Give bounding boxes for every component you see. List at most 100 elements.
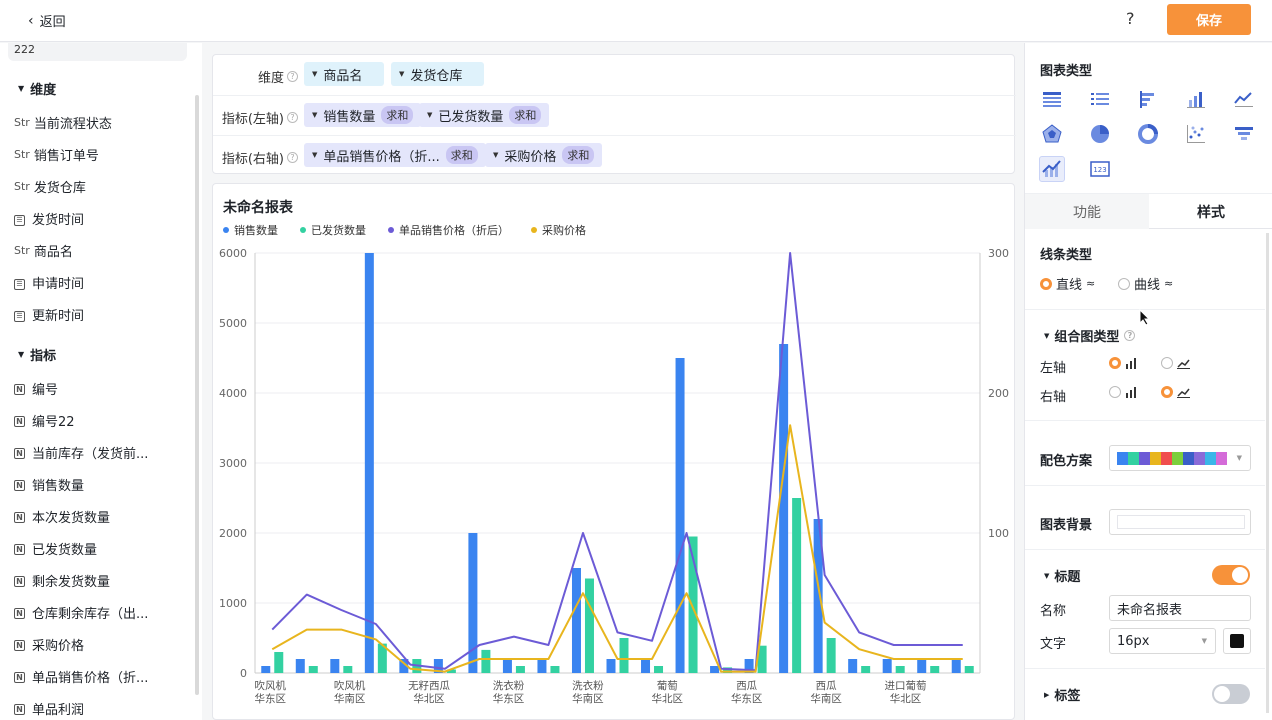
number-card-icon[interactable]: 123 bbox=[1087, 156, 1113, 182]
field-label: 当前流程状态 bbox=[33, 117, 112, 132]
dimension-pill-1[interactable]: ▼ 发货仓库 bbox=[391, 62, 484, 86]
title-name-input[interactable]: 未命名报表 bbox=[1109, 595, 1251, 621]
radar-chart-icon[interactable] bbox=[1039, 121, 1065, 147]
title-section-header[interactable]: ▼ 标题 bbox=[1044, 566, 1080, 585]
line-straight-radio[interactable]: 直线 ≈ bbox=[1040, 274, 1095, 293]
tag-section-header[interactable]: ▶ 标签 bbox=[1044, 685, 1080, 704]
dimension-field-1[interactable]: Str 销售订单号 bbox=[14, 145, 99, 164]
metric-field-4[interactable]: N 本次发货数量 bbox=[14, 507, 110, 526]
left-metric-pill-1[interactable]: ▼ 已发货数量 求和 bbox=[419, 103, 550, 127]
tag-toggle[interactable] bbox=[1212, 684, 1250, 704]
font-size-select[interactable]: 16px ▼ bbox=[1109, 628, 1216, 654]
line-curve-radio[interactable]: 曲线 ≈ bbox=[1118, 274, 1173, 293]
line-chart-icon bbox=[1177, 359, 1190, 369]
field-label: 采购价格 bbox=[32, 639, 85, 654]
title-toggle[interactable] bbox=[1212, 565, 1250, 585]
right-metric-pill-0[interactable]: ▼ 单品销售价格（折... 求和 bbox=[304, 143, 486, 167]
combo-chart-icon[interactable] bbox=[1039, 156, 1065, 182]
title-name-label: 名称 bbox=[1040, 604, 1067, 619]
tab-style[interactable]: 样式 bbox=[1197, 202, 1225, 222]
combo-type-label: 组合图类型 bbox=[1054, 330, 1120, 345]
bar-0-8 bbox=[537, 659, 547, 673]
caret-down-icon: ▼ bbox=[312, 111, 318, 119]
metric-field-1[interactable]: N 编号22 bbox=[14, 411, 75, 430]
help-circle-icon[interactable]: ? bbox=[1124, 330, 1136, 341]
radio-label: 曲线 bbox=[1134, 278, 1161, 293]
table-chart-icon[interactable] bbox=[1039, 86, 1065, 112]
number-type-icon: N bbox=[14, 414, 28, 427]
caret-down-icon: ▼ bbox=[1044, 331, 1050, 340]
right-metric-pill-1[interactable]: ▼ 采购价格 求和 bbox=[485, 143, 603, 167]
metric-field-6[interactable]: N 剩余发货数量 bbox=[14, 571, 110, 590]
left-axis-line-radio[interactable] bbox=[1161, 357, 1190, 369]
bar-0-11 bbox=[641, 659, 651, 673]
legend-item-0[interactable]: 销售数量 bbox=[223, 222, 278, 238]
metric-field-0[interactable]: N 编号 bbox=[14, 379, 58, 398]
right-axis-line-radio[interactable] bbox=[1161, 386, 1190, 398]
x-tick-label: 华南区 bbox=[810, 692, 842, 705]
dimension-field-3[interactable]: ☰ 发货时间 bbox=[14, 209, 84, 228]
left-axis-bar-radio[interactable] bbox=[1109, 357, 1137, 369]
dimension-field-4[interactable]: Str 商品名 bbox=[14, 241, 73, 260]
bar-0-13 bbox=[710, 666, 720, 673]
right-axis-bar-radio[interactable] bbox=[1109, 386, 1137, 398]
wave-icon: ≈ bbox=[1164, 277, 1174, 290]
help-icon[interactable]: ? bbox=[1126, 9, 1135, 28]
radio-checked bbox=[1161, 386, 1173, 398]
caret-down-icon: ▼ bbox=[1236, 454, 1242, 462]
x-tick-label: 西瓜 bbox=[736, 680, 757, 692]
dimension-field-2[interactable]: Str 发货仓库 bbox=[14, 177, 86, 196]
y-left-tick-label: 2000 bbox=[219, 527, 247, 540]
legend-item-2[interactable]: 单品销售价格（折后） bbox=[388, 222, 509, 238]
combo-type-header[interactable]: ▼ 组合图类型 ? bbox=[1044, 326, 1136, 345]
metric-field-3[interactable]: N 销售数量 bbox=[14, 475, 84, 494]
pie-chart-icon[interactable] bbox=[1087, 121, 1113, 147]
dimension-pill-0[interactable]: ▼ 商品名 bbox=[304, 62, 384, 86]
help-circle-icon[interactable]: ? bbox=[287, 71, 298, 82]
dimension-field-0[interactable]: Str 当前流程状态 bbox=[14, 113, 112, 132]
chart-bg-picker[interactable] bbox=[1109, 509, 1251, 535]
y-right-tick-label: 300 bbox=[988, 247, 1009, 260]
metric-field-7[interactable]: N 仓库剩余库存（出... bbox=[14, 603, 148, 622]
dimension-group-header[interactable]: ▼ 维度 bbox=[18, 79, 56, 98]
palette-select[interactable]: ▼ bbox=[1109, 445, 1251, 471]
title-name-value: 未命名报表 bbox=[1117, 602, 1183, 618]
field-label: 发货时间 bbox=[32, 213, 85, 228]
back-button[interactable]: ‹ 返回 bbox=[28, 11, 66, 31]
table-chart-glyph bbox=[1043, 92, 1061, 107]
metric-group-header[interactable]: ▼ 指标 bbox=[18, 345, 56, 364]
dimension-field-5[interactable]: ☰ 申请时间 bbox=[14, 273, 84, 292]
bar-1-15 bbox=[792, 498, 802, 673]
left-metric-pill-0[interactable]: ▼ 销售数量 求和 bbox=[304, 103, 422, 127]
metric-field-10[interactable]: N 单品利润 bbox=[14, 699, 84, 718]
sidebar-scrollbar[interactable] bbox=[195, 95, 199, 695]
metric-field-2[interactable]: N 当前库存（发货前... bbox=[14, 443, 148, 462]
metric-field-9[interactable]: N 单品销售价格（折... bbox=[14, 667, 148, 686]
line-chart-icon[interactable] bbox=[1231, 86, 1257, 112]
settings-tabs: 功能 样式 bbox=[1025, 193, 1272, 229]
right-axis-type-label: 右轴 bbox=[1040, 390, 1067, 405]
tab-function[interactable]: 功能 bbox=[1073, 202, 1101, 222]
donut-chart-icon[interactable] bbox=[1135, 121, 1161, 147]
scatter-chart-icon[interactable] bbox=[1183, 121, 1209, 147]
x-tick-label: 华北区 bbox=[652, 692, 684, 705]
help-circle-icon[interactable]: ? bbox=[287, 112, 298, 123]
bar-chart-icon[interactable] bbox=[1183, 86, 1209, 112]
legend-item-3[interactable]: 采购价格 bbox=[531, 222, 586, 238]
settings-scrollbar[interactable] bbox=[1266, 233, 1269, 713]
combo-chart-glyph bbox=[1042, 160, 1061, 177]
metric-group-label: 指标 bbox=[30, 349, 57, 364]
save-button[interactable]: 保存 bbox=[1167, 4, 1251, 35]
list-chart-icon[interactable] bbox=[1087, 86, 1113, 112]
funnel-chart-icon[interactable] bbox=[1231, 121, 1257, 147]
help-circle-icon[interactable]: ? bbox=[287, 152, 298, 163]
legend-item-1[interactable]: 已发货数量 bbox=[300, 222, 366, 238]
legend-dot bbox=[300, 227, 306, 233]
y-left-tick-label: 5000 bbox=[219, 317, 247, 330]
field-label: 销售数量 bbox=[32, 479, 85, 494]
metric-field-8[interactable]: N 采购价格 bbox=[14, 635, 84, 654]
horizontal-bar-icon[interactable] bbox=[1135, 86, 1161, 112]
font-color-picker[interactable] bbox=[1223, 628, 1251, 654]
metric-field-5[interactable]: N 已发货数量 bbox=[14, 539, 97, 558]
dimension-field-6[interactable]: ☰ 更新时间 bbox=[14, 305, 84, 324]
